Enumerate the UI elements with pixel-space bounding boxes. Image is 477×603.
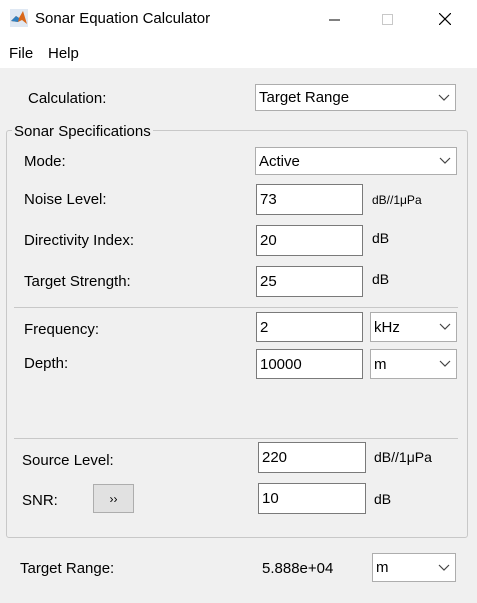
frequency-unit-value: kHz bbox=[374, 318, 400, 336]
snr-input[interactable]: 10 bbox=[258, 483, 366, 514]
depth-unit-value: m bbox=[374, 355, 387, 373]
frequency-value: 2 bbox=[260, 318, 269, 336]
divider bbox=[14, 438, 458, 439]
frequency-input[interactable]: 2 bbox=[256, 312, 363, 342]
minimize-button[interactable] bbox=[311, 0, 357, 38]
directivity-index-input[interactable]: 20 bbox=[256, 225, 363, 256]
maximize-icon bbox=[381, 13, 393, 25]
directivity-index-unit: dB bbox=[372, 230, 390, 246]
target-range-label: Target Range: bbox=[20, 560, 115, 577]
mode-label: Mode: bbox=[24, 153, 66, 170]
calculation-select[interactable]: Target Range bbox=[255, 84, 456, 111]
mode-select[interactable]: Active bbox=[255, 147, 457, 175]
chevron-down-icon bbox=[439, 157, 451, 164]
target-strength-input[interactable]: 25 bbox=[256, 266, 363, 297]
target-strength-label: Target Strength: bbox=[24, 273, 131, 290]
chevron-down-icon bbox=[439, 360, 451, 367]
source-level-label: Source Level: bbox=[22, 452, 114, 469]
noise-level-value: 73 bbox=[260, 191, 277, 208]
frequency-unit-select[interactable]: kHz bbox=[370, 312, 457, 342]
depth-label: Depth: bbox=[24, 355, 69, 372]
double-chevron-right-icon: ›› bbox=[109, 491, 118, 506]
depth-unit-select[interactable]: m bbox=[370, 349, 457, 379]
menu-file[interactable]: File bbox=[9, 45, 33, 62]
maximize-button[interactable] bbox=[364, 0, 410, 38]
minimize-icon bbox=[328, 19, 340, 20]
noise-level-input[interactable]: 73 bbox=[256, 184, 363, 215]
target-strength-value: 25 bbox=[260, 273, 277, 290]
menu-help[interactable]: Help bbox=[48, 45, 79, 62]
calculation-label: Calculation: bbox=[28, 90, 107, 107]
noise-level-label: Noise Level: bbox=[24, 191, 107, 208]
chevron-down-icon bbox=[438, 564, 450, 571]
snr-value: 10 bbox=[262, 490, 279, 507]
snr-label: SNR: bbox=[22, 492, 58, 509]
target-strength-unit: dB bbox=[372, 271, 390, 287]
close-icon bbox=[439, 13, 451, 25]
chevron-down-icon bbox=[439, 323, 451, 330]
snr-unit: dB bbox=[374, 491, 392, 507]
directivity-index-value: 20 bbox=[260, 232, 277, 249]
matlab-logo-icon bbox=[10, 9, 28, 27]
snr-expand-button[interactable]: ›› bbox=[93, 484, 134, 513]
target-range-unit-value: m bbox=[376, 559, 389, 576]
window-title: Sonar Equation Calculator bbox=[35, 10, 211, 27]
directivity-index-label: Directivity Index: bbox=[24, 232, 135, 249]
source-level-value: 220 bbox=[262, 449, 288, 466]
depth-value: 10000 bbox=[260, 355, 302, 373]
divider bbox=[14, 307, 458, 308]
panel-title: Sonar Specifications bbox=[12, 123, 153, 140]
target-range-unit-select[interactable]: m bbox=[372, 553, 456, 582]
depth-input[interactable]: 10000 bbox=[256, 349, 363, 379]
source-level-unit: dB//1μPa bbox=[374, 449, 432, 465]
mode-select-value: Active bbox=[259, 152, 300, 170]
close-button[interactable] bbox=[422, 0, 468, 38]
chevron-down-icon bbox=[438, 94, 450, 101]
target-range-value: 5.888e+04 bbox=[262, 560, 334, 577]
frequency-label: Frequency: bbox=[24, 321, 100, 338]
noise-level-unit: dB//1μPa bbox=[372, 193, 422, 207]
calculation-select-value: Target Range bbox=[259, 89, 350, 106]
source-level-input[interactable]: 220 bbox=[258, 442, 366, 473]
